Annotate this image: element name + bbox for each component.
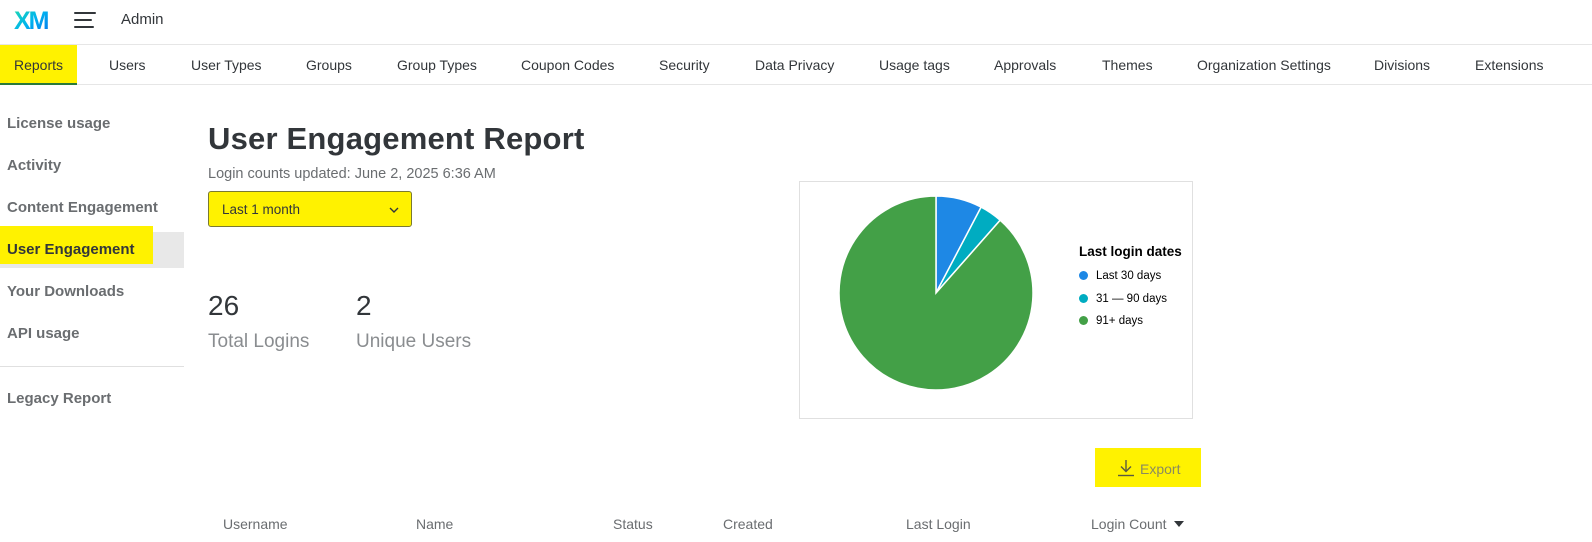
column-header-status[interactable]: Status (613, 516, 653, 532)
svg-text:XM: XM (14, 7, 49, 34)
chevron-down-icon (389, 207, 399, 213)
column-header-last-login[interactable]: Last Login (906, 516, 971, 532)
period-select-value: Last 1 month (222, 202, 301, 217)
tab-coupon-codes[interactable]: Coupon Codes (521, 45, 614, 85)
sort-descending-icon (1173, 521, 1184, 527)
export-label: Export (1140, 461, 1181, 477)
top-bar: XM Admin (0, 0, 1592, 44)
tab-group-types[interactable]: Group Types (397, 45, 477, 85)
download-icon (1118, 460, 1134, 477)
sidebar-item-label: User Engagement (7, 241, 135, 258)
unique-users-label: Unique Users (356, 331, 472, 352)
last-login-pie-chart: Last login dates Last 30 days 31 — 90 da… (799, 181, 1193, 419)
export-button[interactable]: Export (1095, 448, 1201, 487)
tab-divisions[interactable]: Divisions (1374, 45, 1430, 85)
sidebar-item-legacy-report[interactable]: Legacy Report (0, 381, 184, 417)
legend-label: 31 — 90 days (1096, 293, 1167, 305)
sidebar-item-your-downloads[interactable]: Your Downloads (0, 274, 184, 310)
column-header-username[interactable]: Username (223, 516, 288, 532)
period-select[interactable]: Last 1 month (208, 191, 412, 227)
column-header-name[interactable]: Name (416, 516, 453, 532)
tab-usage-tags[interactable]: Usage tags (879, 45, 950, 85)
tab-themes[interactable]: Themes (1102, 45, 1153, 85)
tab-users[interactable]: Users (109, 45, 146, 85)
page-title: User Engagement Report (208, 121, 585, 156)
admin-tab-bar: Reports Users User Types Groups Group Ty… (0, 44, 1592, 85)
sidebar-item-user-engagement[interactable]: User Engagement (0, 226, 184, 268)
sidebar-item-activity[interactable]: Activity (0, 148, 184, 184)
legend-item-31-90-days[interactable]: 31 — 90 days (1079, 293, 1167, 305)
legend-item-last-30-days[interactable]: Last 30 days (1079, 270, 1161, 282)
legend-title: Last login dates (1079, 244, 1182, 259)
tab-user-types[interactable]: User Types (191, 45, 262, 85)
column-header-label: Login Count (1091, 516, 1167, 532)
tab-approvals[interactable]: Approvals (994, 45, 1056, 85)
sidebar-item-license-usage[interactable]: License usage (0, 106, 184, 142)
legend-dot (1079, 271, 1088, 280)
total-logins-value: 26 (208, 290, 240, 321)
app-title: Admin (121, 11, 164, 28)
sidebar-item-content-engagement[interactable]: Content Engagement (0, 190, 184, 226)
tab-organization-settings[interactable]: Organization Settings (1197, 45, 1331, 85)
xm-logo[interactable]: XM (14, 6, 54, 34)
legend-label: Last 30 days (1096, 270, 1162, 282)
tab-reports[interactable]: Reports (0, 45, 78, 85)
column-header-created[interactable]: Created (723, 516, 773, 532)
unique-users-value: 2 (356, 290, 372, 321)
legend-item-91-plus-days[interactable]: 91+ days (1079, 315, 1143, 327)
tab-extensions[interactable]: Extensions (1475, 45, 1543, 85)
column-header-login-count[interactable]: Login Count (1091, 516, 1184, 532)
tab-data-privacy[interactable]: Data Privacy (755, 45, 834, 85)
sidebar-divider (0, 366, 184, 367)
pie-slice-91-days[interactable] (838, 195, 1034, 391)
hamburger-menu-icon[interactable] (74, 12, 96, 30)
updated-timestamp: Login counts updated: June 2, 2025 6:36 … (208, 166, 496, 182)
legend-dot (1079, 294, 1088, 303)
sidebar-item-api-usage[interactable]: API usage (0, 316, 184, 352)
legend-dot (1079, 316, 1088, 325)
legend-label: 91+ days (1096, 315, 1143, 327)
tab-security[interactable]: Security (659, 45, 710, 85)
tab-groups[interactable]: Groups (306, 45, 352, 85)
total-logins-label: Total Logins (208, 331, 310, 352)
